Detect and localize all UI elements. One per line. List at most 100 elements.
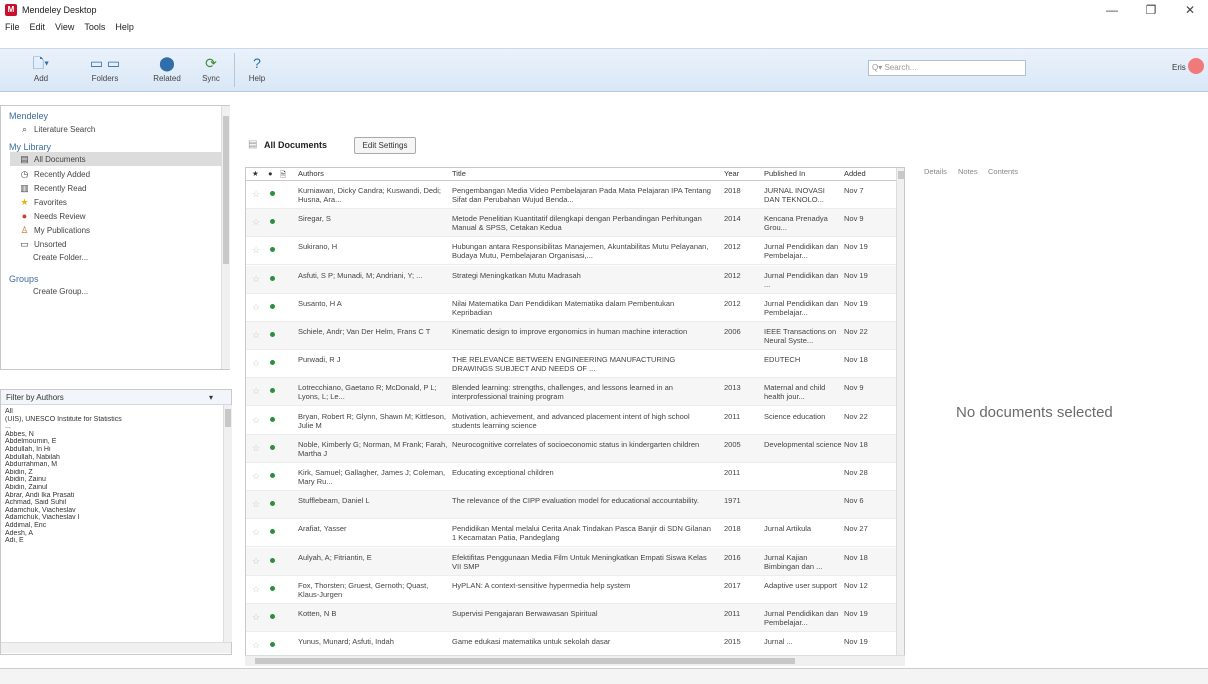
table-row[interactable]: ☆ Stufflebeam, Daniel L The relevance of t… bbox=[246, 491, 896, 520]
table-row[interactable]: ☆ Aulyah, A; Fitriantin, E Efektifitas Pen… bbox=[246, 547, 896, 576]
create-group-item[interactable]: Create Group... bbox=[33, 285, 88, 299]
library-scrollbar[interactable] bbox=[221, 106, 230, 369]
author-filter-item[interactable]: Abidin, Z bbox=[5, 469, 217, 477]
literature-search-item[interactable]: ⌕ Literature Search bbox=[19, 122, 95, 136]
favorite-star-icon[interactable]: ☆ bbox=[252, 612, 260, 623]
edit-settings-button[interactable]: Edit Settings bbox=[354, 137, 416, 154]
maximize-button[interactable]: ❐ bbox=[1137, 2, 1165, 18]
table-row[interactable]: ☆ Kotten, N B Supervisi Pengajaran Berwawa… bbox=[246, 604, 896, 632]
folders-button[interactable]: ▭ ▭ Folders bbox=[80, 52, 130, 90]
table-row[interactable]: ☆ Bryan, Robert R; Glynn, Shawn M; Kittle… bbox=[246, 407, 896, 435]
favorite-star-icon[interactable]: ☆ bbox=[252, 640, 260, 651]
create-folder-item[interactable]: Create Folder... bbox=[33, 251, 88, 265]
column-title[interactable]: Title bbox=[452, 169, 466, 178]
table-row[interactable]: ☆ Siregar, S Metode Penelitian Kuantitatif… bbox=[246, 209, 896, 238]
filter-dropdown[interactable]: Filter by Authors ▾ bbox=[1, 390, 231, 405]
sidebar-item-unsorted[interactable]: ▭ Unsorted bbox=[19, 237, 66, 251]
table-row[interactable]: ☆ Asfuti, S P; Munadi, M; Andriani, Y; ..… bbox=[246, 265, 896, 294]
column-published-in[interactable]: Published In bbox=[764, 169, 805, 178]
column-read[interactable]: ● bbox=[268, 169, 273, 178]
author-filter-item[interactable]: Abrar, Andi Ika Prasati bbox=[5, 492, 217, 500]
cell-published-in: Jurnal ... bbox=[764, 637, 793, 647]
author-filter-item[interactable]: Adesh, A bbox=[5, 530, 217, 538]
add-button[interactable]: 🗋▾ Add bbox=[18, 52, 64, 90]
favorite-star-icon[interactable]: ☆ bbox=[252, 584, 260, 595]
tab-contents[interactable]: Contents bbox=[988, 167, 1018, 176]
table-row[interactable]: ☆ Kirk, Samuel; Gallagher, James J; Colem… bbox=[246, 463, 896, 491]
author-filter-item[interactable]: ... bbox=[5, 423, 217, 431]
help-button[interactable]: ? Help bbox=[244, 52, 270, 90]
column-authors[interactable]: Authors bbox=[298, 169, 324, 178]
favorite-star-icon[interactable]: ☆ bbox=[252, 302, 260, 313]
column-year[interactable]: Year bbox=[724, 169, 739, 178]
author-filter-item[interactable]: Abdullah, In Hi bbox=[5, 446, 217, 454]
favorite-star-icon[interactable]: ☆ bbox=[252, 245, 260, 256]
table-row[interactable]: ☆ Sukirano, H Hubungan antara Responsibili… bbox=[246, 237, 896, 266]
table-row[interactable]: ☆ Fox, Thorsten; Gruest, Gernoth; Quast, … bbox=[246, 576, 896, 604]
favorite-star-icon[interactable]: ☆ bbox=[252, 527, 260, 538]
favorite-star-icon[interactable]: ☆ bbox=[252, 556, 260, 567]
user-name[interactable]: Eris bbox=[1172, 63, 1186, 72]
column-star[interactable]: ★ bbox=[252, 169, 259, 178]
tab-notes[interactable]: Notes bbox=[958, 167, 978, 176]
favorite-star-icon[interactable]: ☆ bbox=[252, 189, 260, 200]
favorite-star-icon[interactable]: ☆ bbox=[252, 217, 260, 228]
filter-hscrollbar[interactable] bbox=[1, 642, 231, 653]
author-filter-item[interactable]: Adamchuk, Viacheslav bbox=[5, 507, 217, 515]
menu-file[interactable]: File bbox=[0, 20, 25, 34]
table-row[interactable]: ☆ Lotrecchiano, Gaetano R; McDonald, P L;… bbox=[246, 378, 896, 407]
sidebar-item-recently-read[interactable]: ▥ Recently Read bbox=[19, 181, 86, 195]
sidebar-item-recently-added[interactable]: ◷ Recently Added bbox=[19, 167, 90, 181]
scrollbar-thumb[interactable] bbox=[223, 116, 229, 264]
author-filter-item[interactable]: Abdelmoumin, E bbox=[5, 438, 217, 446]
table-row[interactable]: ☆ Noble, Kimberly G; Norman, M Frank; Far… bbox=[246, 434, 896, 463]
favorite-star-icon[interactable]: ☆ bbox=[252, 499, 260, 510]
favorite-star-icon[interactable]: ☆ bbox=[252, 471, 260, 482]
table-row[interactable]: ☆ Kurniawan, Dicky Candra; Kuswandi, Dedi… bbox=[246, 181, 896, 209]
favorite-star-icon[interactable]: ☆ bbox=[252, 415, 260, 426]
table-hscrollbar[interactable] bbox=[245, 655, 905, 666]
menu-help[interactable]: Help bbox=[110, 20, 139, 34]
sync-button[interactable]: ⟳ Sync bbox=[196, 52, 226, 90]
table-row[interactable]: ☆ Purwadi, R J THE RELEVANCE BETWEEN ENGIN… bbox=[246, 350, 896, 379]
author-filter-item[interactable]: Abdullah, Nabilah bbox=[5, 454, 217, 462]
table-row[interactable]: ☆ Susanto, H A Nilai Matematika Dan Pendid… bbox=[246, 294, 896, 322]
author-filter-item[interactable]: Abdurrahman, M bbox=[5, 461, 217, 469]
close-button[interactable]: ✕ bbox=[1176, 2, 1204, 18]
minimize-button[interactable]: — bbox=[1098, 2, 1126, 18]
scrollbar-thumb[interactable] bbox=[255, 658, 795, 664]
favorite-star-icon[interactable]: ☆ bbox=[252, 330, 260, 341]
author-filter-item[interactable]: Adamchuk, Viacheslav I bbox=[5, 514, 217, 522]
author-filter-item[interactable]: Addimal, Eric bbox=[5, 522, 217, 530]
menu-view[interactable]: View bbox=[50, 20, 79, 34]
scrollbar-thumb[interactable] bbox=[225, 409, 231, 427]
favorite-star-icon[interactable]: ☆ bbox=[252, 274, 260, 285]
author-filter-item[interactable]: All bbox=[5, 408, 217, 416]
author-filter-item[interactable]: (UIS), UNESCO Institute for Statistics bbox=[5, 416, 217, 424]
author-filter-item[interactable]: Adi, E bbox=[5, 537, 217, 545]
table-row[interactable]: ☆ Arafiat, Yasser Pendidikan Mental melalu… bbox=[246, 519, 896, 548]
search-input[interactable]: Q▾ Search... bbox=[868, 60, 1026, 76]
favorite-star-icon[interactable]: ☆ bbox=[252, 443, 260, 454]
related-button[interactable]: ⬤ Related bbox=[142, 52, 192, 90]
column-added[interactable]: Added bbox=[844, 169, 866, 178]
user-avatar[interactable] bbox=[1188, 58, 1204, 74]
sidebar-item-needs-review[interactable]: ● Needs Review bbox=[19, 209, 86, 223]
help-icon: ? bbox=[253, 55, 261, 71]
author-filter-item[interactable]: Abbes, N bbox=[5, 431, 217, 439]
menu-tools[interactable]: Tools bbox=[79, 20, 110, 34]
table-scrollbar[interactable] bbox=[896, 168, 904, 659]
author-filter-item[interactable]: Abidin, Zainu bbox=[5, 476, 217, 484]
tab-details[interactable]: Details bbox=[924, 167, 947, 176]
scrollbar-thumb[interactable] bbox=[898, 171, 904, 179]
sidebar-item-my-publications[interactable]: ♙ My Publications bbox=[19, 223, 90, 237]
favorite-star-icon[interactable]: ☆ bbox=[252, 386, 260, 397]
author-filter-item[interactable]: Abidin, Zainul bbox=[5, 484, 217, 492]
favorite-star-icon[interactable]: ☆ bbox=[252, 358, 260, 369]
author-filter-item[interactable]: Achmad, Said Suhil bbox=[5, 499, 217, 507]
sidebar-item-all-documents[interactable]: ▤ All Documents bbox=[10, 152, 222, 166]
sidebar-item-favorites[interactable]: ★ Favorites bbox=[19, 195, 66, 209]
menu-edit[interactable]: Edit bbox=[25, 20, 51, 34]
filter-scrollbar[interactable] bbox=[223, 405, 232, 642]
table-row[interactable]: ☆ Schiele, Andr; Van Der Helm, Frans C T K… bbox=[246, 322, 896, 350]
